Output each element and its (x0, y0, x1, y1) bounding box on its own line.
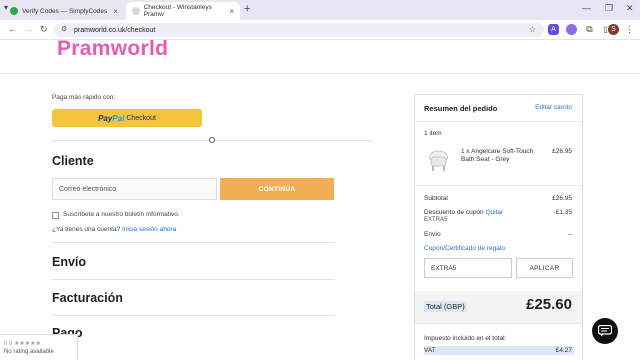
new-tab-button[interactable]: + (244, 3, 250, 15)
browser-tab-strip: ▾ Verify Codes — SimplyCodes × Checkout … (0, 0, 640, 20)
product-name: 1 x Angelcare Soft-Touch Bath Seat - Gre… (461, 148, 534, 163)
simplycodes-favicon-icon (10, 7, 18, 15)
url-field[interactable]: ⚙ pramworld.co.uk/checkout ☆ (54, 23, 544, 37)
rating-stars: 0.0 ★★★★★ (4, 341, 41, 347)
divider (52, 242, 335, 243)
coupon-label: Descuento de cupón Quitar (424, 209, 503, 216)
minimize-icon[interactable]: — (582, 3, 591, 13)
shipping-value: -- (567, 231, 572, 238)
site-info-icon[interactable]: ⚙ (61, 25, 67, 33)
product-price: £26.95 (552, 148, 572, 155)
extension-circle-icon[interactable] (566, 24, 577, 35)
continue-button[interactable]: CONTINÚA (220, 178, 334, 200)
divider (52, 315, 335, 316)
tab-simplycodes[interactable]: Verify Codes — SimplyCodes × (4, 2, 124, 20)
edit-cart-link[interactable]: Editar carrito (535, 104, 572, 111)
menu-kebab-icon[interactable]: ⋮ (624, 24, 635, 35)
billing-heading[interactable]: Facturación (52, 291, 123, 305)
reload-icon[interactable]: ↻ (40, 24, 48, 35)
summary-title: Resumen del pedido (424, 104, 498, 113)
paypal-logo-icon: PayPal (98, 113, 125, 123)
forward-icon[interactable]: → (24, 24, 33, 34)
total-row: Total (GBP) £25.60 (415, 291, 582, 323)
or-separator-dot (209, 137, 215, 143)
divider (415, 121, 582, 122)
url-text: pramworld.co.uk/checkout (74, 26, 156, 34)
tab-title: Checkout - Winstanleys Pramw (143, 4, 212, 18)
order-summary-panel: Resumen del pedido Editar carrito 1 item… (414, 94, 583, 360)
profile-avatar[interactable]: S (608, 24, 619, 35)
rating-text: No rating available (4, 349, 54, 355)
shipping-heading[interactable]: Envío (52, 255, 86, 269)
vat-row (424, 346, 574, 355)
account-prompt: ¿Ya tienes una cuenta? Inicia sesión aho… (52, 226, 176, 233)
tab-checkout[interactable]: Checkout - Winstanleys Pramw × (126, 2, 240, 20)
bookmark-star-icon[interactable]: ☆ (529, 25, 536, 34)
remove-coupon-link[interactable]: Quitar (485, 209, 503, 216)
paypal-checkout-button[interactable]: PayPal Checkout (52, 109, 202, 127)
close-tab-icon[interactable]: × (113, 7, 118, 16)
paypal-checkout-label: Checkout (126, 114, 156, 122)
close-tab-icon[interactable]: × (229, 7, 234, 16)
bath-seat-product-image (429, 150, 448, 171)
chat-button[interactable] (592, 318, 618, 344)
extensions-puzzle-icon[interactable]: ⧉ (584, 24, 595, 35)
coupon-code: EXTRA5 (424, 217, 448, 223)
coupon-input[interactable]: EXTRA5 (424, 258, 512, 278)
tab-title: Verify Codes — SimplyCodes (22, 7, 108, 15)
coupon-label-text: Descuento de cupón (424, 209, 484, 216)
subtotal-value: £26.95 (552, 195, 572, 202)
voucher-link[interactable]: Cupón/Certificado de regalo (424, 245, 505, 252)
pramworld-favicon-icon (132, 7, 140, 15)
item-count: 1 item (424, 130, 442, 137)
site-header: Pramworld (0, 40, 640, 74)
extension-a-icon[interactable]: A (548, 24, 559, 35)
site-logo[interactable]: Pramworld (57, 40, 168, 61)
email-field[interactable]: Correo electrónico (52, 178, 217, 200)
total-label: Total (GBP) (424, 301, 467, 312)
newsletter-label: Suscríbete a nuestro boletín informativo… (63, 211, 180, 218)
review-widget[interactable]: 0.0 ★★★★★ No rating available (0, 334, 78, 360)
chat-icon (598, 325, 612, 337)
restore-icon[interactable]: ❐ (605, 3, 613, 14)
back-icon[interactable]: ← (8, 24, 17, 34)
apply-coupon-button[interactable]: APLICAR (516, 258, 573, 278)
subtotal-label: Subtotal (424, 195, 448, 202)
fast-pay-label: Paga más rápido con: (52, 94, 116, 101)
close-window-icon[interactable]: ✕ (626, 3, 634, 14)
login-link[interactable]: Inicia sesión ahora (122, 226, 176, 233)
divider (415, 185, 582, 186)
divider (52, 279, 335, 280)
divider (415, 323, 582, 324)
customer-heading: Cliente (52, 154, 94, 168)
total-value: £25.60 (526, 296, 572, 313)
vat-value: £4.27 (555, 347, 572, 354)
newsletter-checkbox[interactable] (52, 212, 59, 219)
address-bar-row: ← → ↻ ⚙ pramworld.co.uk/checkout ☆ A ⧉ ▯… (0, 20, 640, 40)
account-question: ¿Ya tienes una cuenta? (52, 226, 121, 233)
tax-label: Impuesto incluido en el total: (424, 335, 507, 342)
shipping-label: Envío (424, 231, 441, 238)
vat-label: VAT (424, 347, 436, 354)
coupon-value: -£1.35 (553, 209, 572, 216)
